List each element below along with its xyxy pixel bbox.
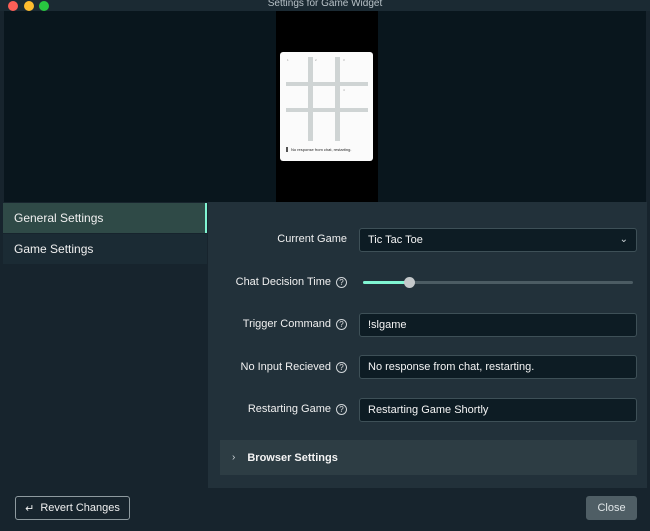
preview-frame: 1 2 3 4 No response from chat, restartin… <box>276 11 378 202</box>
help-icon[interactable]: ? <box>336 318 347 330</box>
board-cell-number: 2 <box>315 58 317 62</box>
current-game-label-text: Current Game <box>277 233 347 245</box>
revert-changes-label: Revert Changes <box>40 502 120 514</box>
board-line <box>286 82 368 86</box>
help-icon[interactable]: ? <box>336 276 347 288</box>
help-icon[interactable]: ? <box>336 403 347 415</box>
no-input-message-input[interactable]: No response from chat, restarting. <box>359 355 637 379</box>
restarting-game-input[interactable]: Restarting Game Shortly <box>359 398 637 422</box>
board-cell-number: 1 <box>287 58 289 62</box>
footer-bar: ↵ Revert Changes Close <box>3 488 647 528</box>
trigger-command-input[interactable]: !slgame <box>359 313 637 337</box>
sidebar-item-game-settings[interactable]: Game Settings <box>3 234 207 264</box>
chat-decision-time-label-text: Chat Decision Time <box>235 276 331 288</box>
browser-settings-label: Browser Settings <box>247 451 338 464</box>
board-line <box>308 57 313 141</box>
board-line <box>335 57 340 141</box>
no-input-label: No Input Recieved ? <box>240 361 347 373</box>
preview-status-text: No response from chat, restarting. <box>291 147 352 152</box>
board-cell-number: 3 <box>343 58 345 62</box>
board-line <box>286 108 368 112</box>
board-cell-number: 4 <box>343 88 345 92</box>
game-board-card: 1 2 3 4 No response from chat, restartin… <box>280 52 373 161</box>
restarting-game-value: Restarting Game Shortly <box>368 404 489 416</box>
close-button[interactable]: Close <box>586 496 637 520</box>
widget-preview: 1 2 3 4 No response from chat, restartin… <box>4 11 646 202</box>
preview-status: No response from chat, restarting. <box>286 147 371 153</box>
window-title: Settings for Game Widget <box>267 0 383 9</box>
current-game-value: Tic Tac Toe <box>368 234 423 246</box>
restarting-game-label: Restarting Game ? <box>248 403 347 415</box>
sidebar-item-general-settings[interactable]: General Settings <box>3 203 207 233</box>
help-icon[interactable]: ? <box>336 361 347 373</box>
chevron-down-icon: ⌄ <box>619 234 628 245</box>
current-game-select[interactable]: Tic Tac Toe ⌄ <box>359 228 637 252</box>
no-input-value: No response from chat, restarting. <box>368 361 535 373</box>
settings-form: Current Game Tic Tac Toe ⌄ Chat Decision… <box>208 202 647 488</box>
slider-fill <box>363 281 409 284</box>
slider-thumb[interactable] <box>403 277 415 288</box>
browser-settings-section[interactable]: › Browser Settings <box>220 440 637 475</box>
revert-changes-button[interactable]: ↵ Revert Changes <box>15 496 130 520</box>
chat-decision-time-slider[interactable] <box>363 277 633 288</box>
restarting-game-label-text: Restarting Game <box>247 403 331 415</box>
settings-sidebar: General Settings Game Settings <box>3 202 207 488</box>
trigger-command-label: Trigger Command ? <box>243 318 347 330</box>
trigger-command-label-text: Trigger Command <box>242 318 331 330</box>
title-bar: Settings for Game Widget <box>0 0 650 11</box>
current-game-label: Current Game <box>277 233 347 245</box>
revert-icon: ↵ <box>25 502 35 515</box>
chat-decision-time-label: Chat Decision Time ? <box>236 276 347 288</box>
trigger-command-value: !slgame <box>368 319 407 331</box>
chevron-right-icon: › <box>232 452 236 463</box>
no-input-label-text: No Input Recieved <box>240 361 332 373</box>
